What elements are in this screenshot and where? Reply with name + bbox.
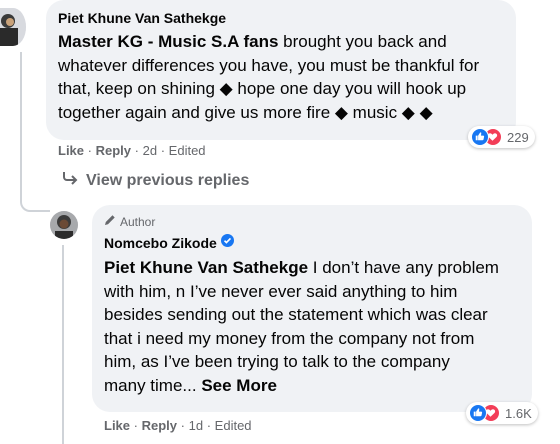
comment-author[interactable]: Piet Khune Van Sathekge xyxy=(58,10,226,26)
verified-badge-icon xyxy=(220,234,234,252)
avatar-photo-icon xyxy=(0,8,26,46)
text-line: whatever differences you have, you must … xyxy=(58,55,480,75)
text-line: him, as I’ve been trying to talk to the … xyxy=(104,352,450,371)
text-line: that i need my money from the company no… xyxy=(104,328,475,348)
pencil-icon xyxy=(104,214,116,229)
comment-author[interactable]: Nomcebo Zikode xyxy=(104,235,217,251)
separator: · xyxy=(180,418,185,433)
reaction-count: 229 xyxy=(507,129,529,145)
separator: · xyxy=(134,143,139,158)
see-more-link[interactable]: See More xyxy=(201,376,277,395)
text-segment: many time... xyxy=(104,375,197,395)
comment-actions: Like · Reply · 1d · Edited xyxy=(104,418,252,433)
like-reaction-icon xyxy=(469,404,487,422)
thread-line-main xyxy=(20,52,22,202)
reply-link[interactable]: Reply xyxy=(96,143,131,158)
reaction-count: 1.6K xyxy=(505,405,532,421)
mention-link[interactable]: Piet Khune Van Sathekge xyxy=(104,258,308,277)
comment-actions: Like · Reply · 2d · Edited xyxy=(58,143,206,158)
view-previous-replies-label: View previous replies xyxy=(86,171,250,189)
separator: · xyxy=(160,143,166,158)
avatar[interactable] xyxy=(0,8,26,46)
timestamp[interactable]: 1d xyxy=(189,418,203,433)
avatar[interactable] xyxy=(50,211,78,239)
timestamp[interactable]: 2d xyxy=(143,143,157,158)
separator: · xyxy=(206,418,212,433)
author-badge: Author xyxy=(104,214,155,229)
mention-link[interactable]: Master KG - Music S.A fans xyxy=(58,32,278,51)
comment-text: Master KG - Music S.A fans brought you b… xyxy=(58,30,518,124)
text-segment: brought you back and xyxy=(278,32,447,51)
view-previous-replies[interactable]: View previous replies xyxy=(62,171,249,190)
reply-arrow-icon xyxy=(62,171,78,190)
thread-line-curve xyxy=(20,196,50,212)
like-link[interactable]: Like xyxy=(58,143,84,158)
text-line: that, keep on shining ◆ hope one day you… xyxy=(58,79,467,98)
comment-text: Piet Khune Van Sathekge I don’t have any… xyxy=(104,256,529,397)
thread-line-lower xyxy=(62,245,64,444)
avatar-photo-icon xyxy=(50,211,78,239)
reaction-summary[interactable]: 1.6K xyxy=(466,402,538,424)
text-line: besides sending out the statement which … xyxy=(104,305,488,324)
edited-label: Edited xyxy=(214,418,252,433)
text-line: with him, n I’ve never ever said anythin… xyxy=(104,281,458,301)
text-segment: I don’t have any problem xyxy=(308,258,499,277)
reply-link[interactable]: Reply xyxy=(142,418,177,433)
comment-bubble: Piet Khune Van Sathekge Master KG - Musi… xyxy=(46,0,516,140)
edited-label: Edited xyxy=(168,143,206,158)
reaction-summary[interactable]: 229 xyxy=(468,126,535,148)
like-reaction-icon xyxy=(471,128,489,146)
comment-author-row: Nomcebo Zikode xyxy=(104,234,234,252)
comment-bubble: Author Nomcebo Zikode Piet Khune Van Sat… xyxy=(92,205,532,412)
separator: · xyxy=(133,418,138,433)
separator: · xyxy=(87,143,92,158)
text-line: together again and give us more fire ◆ m… xyxy=(58,102,433,122)
author-badge-label: Author xyxy=(120,214,156,229)
like-link[interactable]: Like xyxy=(104,418,130,433)
